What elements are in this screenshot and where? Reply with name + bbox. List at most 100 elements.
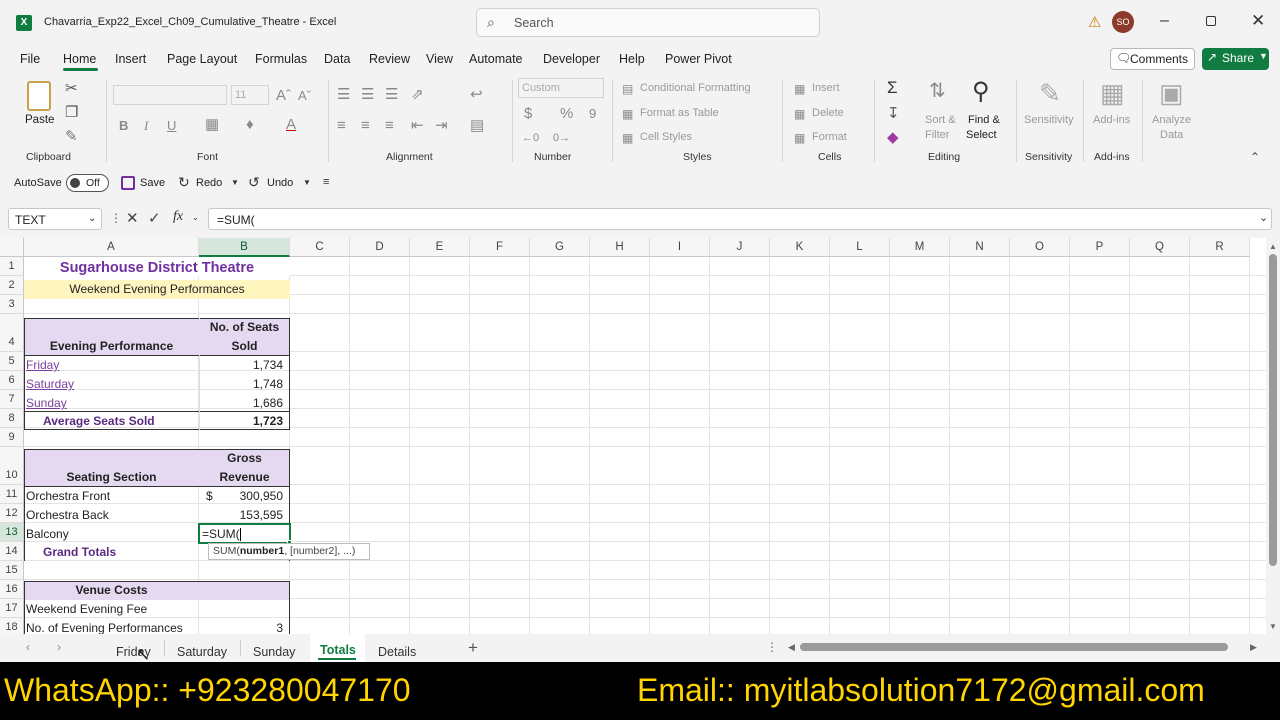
close-icon[interactable]: ✕: [1251, 11, 1265, 31]
orchestra-back-value[interactable]: 153,595: [199, 506, 283, 524]
cell-styles-button[interactable]: Cell Styles: [640, 131, 692, 143]
tab-saturday[interactable]: Saturday: [177, 645, 227, 659]
tab-totals[interactable]: Totals: [320, 643, 356, 657]
column-header-h[interactable]: H: [590, 238, 650, 257]
undo-icon[interactable]: ↺: [248, 174, 260, 191]
orientation-icon[interactable]: ⇗: [411, 87, 424, 102]
friday-link[interactable]: Friday: [26, 356, 59, 374]
increase-indent-icon[interactable]: ⇥: [435, 118, 448, 133]
menu-file[interactable]: File: [20, 52, 40, 66]
find-select-label-1[interactable]: Find &: [968, 114, 1000, 126]
column-header-p[interactable]: P: [1070, 238, 1130, 257]
percent-icon[interactable]: %: [560, 106, 573, 121]
decrease-font-icon[interactable]: Aˇ: [298, 88, 311, 103]
row-header-4[interactable]: 4: [0, 314, 24, 352]
cancel-icon[interactable]: ✕: [126, 209, 139, 227]
format-painter-icon[interactable]: ✎: [65, 129, 78, 144]
more-icon[interactable]: ⋮: [110, 211, 122, 225]
paste-icon[interactable]: [27, 81, 51, 111]
menu-page-layout[interactable]: Page Layout: [167, 52, 237, 66]
delete-cells-icon[interactable]: ▦: [794, 107, 805, 122]
scroll-tabs-right-icon[interactable]: ›: [57, 640, 61, 654]
delete-cells-button[interactable]: Delete: [812, 107, 844, 119]
tab-sunday[interactable]: Sunday: [253, 645, 295, 659]
format-as-table-button[interactable]: Format as Table: [640, 107, 719, 119]
redo-icon[interactable]: ↻: [178, 174, 190, 191]
header-gross-2[interactable]: Revenue: [199, 468, 290, 486]
share-button[interactable]: ↗ Share ▼: [1202, 48, 1269, 70]
function-tooltip[interactable]: SUM(number1, [number2], ...): [208, 543, 370, 560]
vertical-scrollbar[interactable]: ▲ ▼: [1266, 238, 1280, 634]
active-cell-b13[interactable]: =SUM(: [198, 523, 291, 544]
row-header-10[interactable]: 10: [0, 447, 24, 485]
restore-icon[interactable]: [1206, 16, 1216, 26]
menu-formulas[interactable]: Formulas: [255, 52, 307, 66]
scroll-down-icon[interactable]: ▼: [1269, 622, 1277, 631]
column-header-o[interactable]: O: [1010, 238, 1070, 257]
italic-icon[interactable]: I: [144, 118, 148, 133]
chevron-down-icon[interactable]: ▼: [303, 178, 311, 187]
grand-totals-label[interactable]: Grand Totals: [43, 543, 116, 561]
chevron-down-icon[interactable]: ▼: [231, 178, 239, 187]
average-label[interactable]: Average Seats Sold: [43, 412, 155, 430]
name-box[interactable]: TEXT ⌄: [8, 208, 102, 230]
analyze-data-label-2[interactable]: Data: [1160, 129, 1183, 141]
format-cells-button[interactable]: Format: [812, 131, 847, 143]
add-ins-icon[interactable]: ▦: [1100, 80, 1125, 106]
column-header-k[interactable]: K: [770, 238, 830, 257]
menu-data[interactable]: Data: [324, 52, 350, 66]
menu-automate[interactable]: Automate: [469, 52, 523, 66]
header-gross-1[interactable]: Gross: [199, 449, 290, 467]
formula-input[interactable]: =SUM( ⌄: [208, 208, 1272, 230]
borders-icon[interactable]: ▦: [205, 117, 219, 132]
autosave-toggle[interactable]: Off: [66, 174, 109, 192]
row-header-18[interactable]: 18: [0, 618, 24, 634]
scroll-left-icon[interactable]: ◀: [788, 642, 795, 653]
sort-filter-label-2[interactable]: Filter: [925, 129, 949, 141]
wrap-text-icon[interactable]: ↩: [470, 87, 483, 102]
horizontal-scroll-thumb[interactable]: [800, 643, 1228, 651]
align-center-icon[interactable]: ≡: [361, 118, 370, 133]
customize-qat-icon[interactable]: ≡: [323, 176, 329, 188]
row-header-7[interactable]: 7: [0, 390, 24, 409]
row-header-14[interactable]: 14: [0, 542, 24, 561]
column-header-q[interactable]: Q: [1130, 238, 1190, 257]
align-bottom-icon[interactable]: ☰: [385, 87, 398, 102]
column-header-m[interactable]: M: [890, 238, 950, 257]
menu-view[interactable]: View: [426, 52, 453, 66]
format-as-table-icon[interactable]: ▦: [622, 107, 633, 122]
header-evening-performance[interactable]: Evening Performance: [24, 337, 199, 355]
row-header-6[interactable]: 6: [0, 371, 24, 390]
row-header-13[interactable]: 13: [0, 523, 24, 542]
save-icon[interactable]: [121, 176, 135, 190]
cell-styles-icon[interactable]: ▦: [622, 131, 633, 146]
number-format-box[interactable]: Custom: [518, 78, 604, 98]
decrease-indent-icon[interactable]: ⇤: [411, 118, 424, 133]
sort-filter-icon[interactable]: ⇅: [929, 81, 946, 101]
add-ins-button[interactable]: Add-ins: [1093, 114, 1130, 126]
scroll-tabs-left-icon[interactable]: ‹: [26, 640, 30, 654]
column-header-i[interactable]: I: [650, 238, 710, 257]
fill-icon[interactable]: ↧: [887, 106, 900, 121]
menu-insert[interactable]: Insert: [115, 52, 146, 66]
comments-button[interactable]: 🗨 Comments: [1110, 48, 1195, 70]
insert-function-icon[interactable]: fx: [173, 209, 183, 225]
user-avatar[interactable]: SO: [1112, 11, 1134, 33]
bold-icon[interactable]: B: [119, 118, 128, 133]
orchestra-back-label[interactable]: Orchestra Back: [26, 506, 109, 524]
sheet-subtitle[interactable]: Weekend Evening Performances: [24, 280, 290, 298]
conditional-formatting-icon[interactable]: ▤: [622, 82, 633, 97]
cut-icon[interactable]: ✂: [65, 81, 78, 96]
row-header-2[interactable]: 2: [0, 276, 24, 295]
menu-help[interactable]: Help: [619, 52, 645, 66]
font-size-box[interactable]: 11: [231, 85, 269, 105]
search-box[interactable]: ⌕ Search: [476, 8, 820, 37]
redo-label[interactable]: Redo: [196, 177, 222, 189]
saturday-link[interactable]: Saturday: [26, 375, 74, 393]
tab-split-icon[interactable]: ⋮: [766, 640, 778, 654]
column-header-r[interactable]: R: [1190, 238, 1250, 257]
row-header-5[interactable]: 5: [0, 352, 24, 371]
insert-cells-icon[interactable]: ▦: [794, 82, 805, 97]
column-header-a[interactable]: A: [24, 238, 199, 257]
row-header-9[interactable]: 9: [0, 428, 24, 447]
